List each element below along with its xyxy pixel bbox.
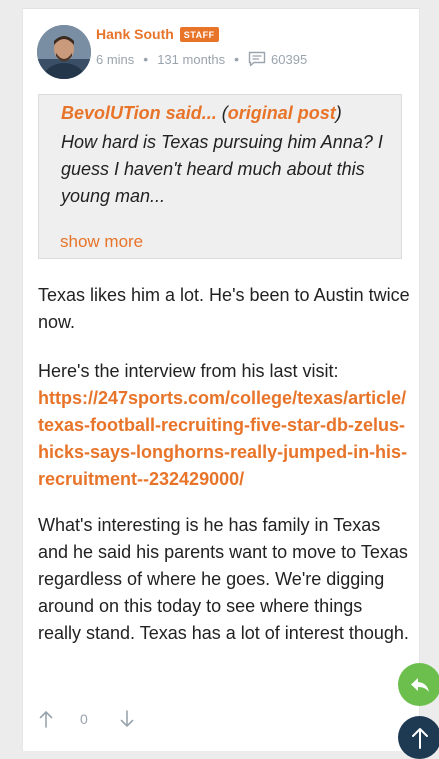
arrow-up-icon[interactable] (38, 709, 54, 729)
article-link[interactable]: https://247sports.com/college/texas/arti… (38, 385, 408, 493)
post-meta: 6 mins • 131 months • 60395 (96, 51, 307, 67)
reply-arrow-icon (410, 677, 429, 692)
author-avatar[interactable] (37, 25, 91, 79)
staff-badge: STAFF (179, 26, 219, 42)
comment-bubble-icon (248, 51, 266, 67)
author-row: Hank South STAFF (96, 26, 219, 42)
reply-button[interactable] (398, 663, 439, 706)
quote-close-paren: ) (335, 103, 342, 123)
post-paragraph: Here's the interview from his last visit… (38, 361, 339, 381)
post-card: Hank South STAFF 6 mins • 131 months • 6… (22, 8, 439, 759)
arrow-down-icon[interactable] (119, 709, 135, 729)
show-more-link[interactable]: show more (60, 232, 143, 252)
scroll-top-button[interactable] (398, 716, 439, 759)
member-tenure: 131 months (157, 51, 226, 67)
scroll-top-icon (411, 727, 428, 749)
quote-header: BevolUTion said... (original post) (61, 103, 342, 124)
post-paragraph: What's interesting is he has family in T… (38, 515, 409, 643)
meta-separator: • (234, 51, 240, 67)
quote-open-paren: ( (216, 103, 228, 123)
quoted-user[interactable]: BevolUTion said... (61, 103, 217, 123)
quote-text: How hard is Texas pursuing him Anna? I g… (61, 132, 383, 206)
post-paragraph: Texas likes him a lot. He's been to Aust… (38, 285, 410, 332)
original-post-link[interactable]: original post (228, 103, 336, 123)
author-name[interactable]: Hank South (96, 26, 174, 42)
vote-count: 0 (80, 711, 88, 727)
post-time: 6 mins (96, 51, 135, 67)
meta-separator: • (143, 51, 149, 67)
post-count: 60395 (271, 51, 308, 67)
quote-block: BevolUTion said... (original post) How h… (38, 94, 402, 259)
